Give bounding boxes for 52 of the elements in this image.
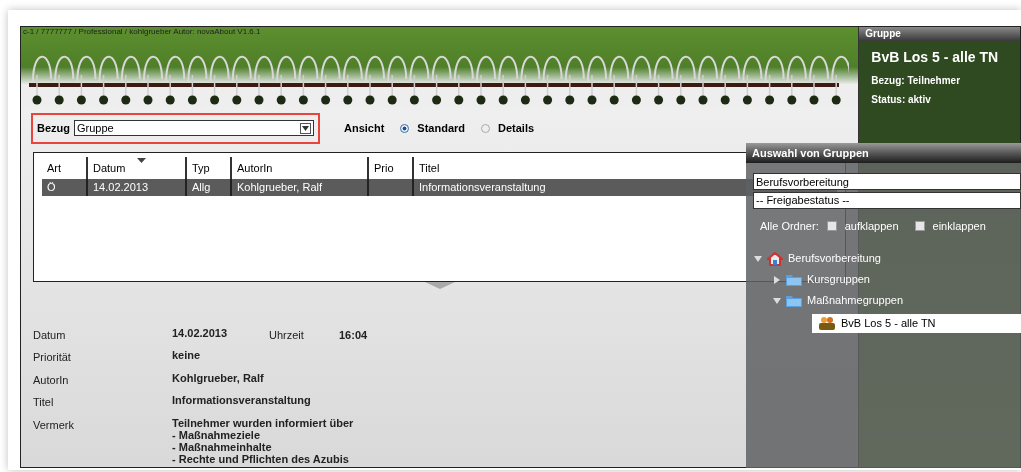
detail-label: Titel — [33, 395, 55, 410]
radio-button[interactable] — [400, 123, 410, 133]
group-info-text: Status: aktiv — [871, 93, 932, 107]
checkbox[interactable] — [914, 221, 925, 232]
down-triangle-icon — [424, 281, 455, 289]
radio-label: Standard — [417, 121, 466, 136]
detail-label: Uhrzeit — [269, 327, 305, 343]
table-cell: Kohlgrueber, Ralf — [230, 178, 367, 196]
radio-label: Details — [498, 121, 535, 136]
detail-value: 14.02.2013 — [172, 326, 229, 341]
checkbox-label: aufklappen — [844, 219, 899, 234]
tree-item[interactable]: Maßnahmegruppen — [773, 292, 1021, 309]
caret-icon — [300, 122, 311, 134]
panel-header: Gruppe — [859, 27, 1020, 41]
people-icon — [818, 316, 836, 330]
picker-title: Auswahl von Gruppen — [746, 143, 1021, 163]
checkbox-label: einklappen — [932, 219, 986, 234]
table-cell: Informationsveranstaltung — [412, 178, 732, 196]
view-label: Ansicht — [344, 121, 385, 136]
folder-icon — [786, 294, 802, 307]
app-title: c-1 / 7777777 / Professional / kohlgrueber Autor: novaAbout V1.6.1 — [23, 27, 261, 36]
collapsed-arrow-icon[interactable] — [773, 275, 781, 284]
house-icon — [767, 251, 783, 266]
tree-item[interactable]: BvB Los 5 - alle TN — [812, 313, 1021, 333]
detail-value: Teilnehmer wurden informiert über - Maßnahmeziele - Maßnahmeinhalte - Rechte und Pflichten des Azubis — [172, 416, 354, 465]
filter-label: Bezug — [37, 121, 70, 136]
table-cell: 14.02.2013 — [86, 178, 185, 196]
detail-label: AutorIn — [33, 372, 70, 388]
detail-label: Priorität — [33, 350, 72, 365]
filter-dropdown[interactable]: Gruppe — [74, 120, 314, 137]
detail-label: Vermerk — [33, 417, 75, 433]
tree-item[interactable]: Kursgruppen — [773, 271, 1021, 288]
search-field[interactable]: Berufsvorbereitung — [753, 173, 1021, 190]
detail-value: Kohlgrueber, Ralf — [172, 371, 264, 386]
column-header[interactable]: Art — [42, 156, 86, 179]
group-info-text: Bezug: Teilnehmer — [871, 74, 962, 88]
table-cell: Allg — [185, 178, 230, 196]
expanded-arrow-icon[interactable] — [773, 296, 781, 305]
expanded-arrow-icon[interactable] — [754, 254, 762, 263]
sort-icon — [136, 157, 146, 163]
detail-value: 16:04 — [339, 327, 368, 343]
detail-value: keine — [172, 349, 201, 363]
folders-label: Alle Ordner: — [760, 219, 819, 234]
table-cell-text: Ö — [46, 179, 57, 195]
detail-label: Datum — [33, 327, 67, 343]
group-name: BvB Los 5 - alle TN — [871, 48, 1000, 67]
tree-item[interactable]: Berufsvorbereitung — [754, 250, 1021, 267]
status-dropdown[interactable]: -- Freigabestatus -- — [753, 192, 1021, 209]
detail-value: Informationsveranstaltung — [172, 394, 311, 408]
folder-icon — [786, 273, 802, 286]
checkbox[interactable] — [826, 221, 837, 232]
radio-button[interactable] — [481, 123, 491, 133]
